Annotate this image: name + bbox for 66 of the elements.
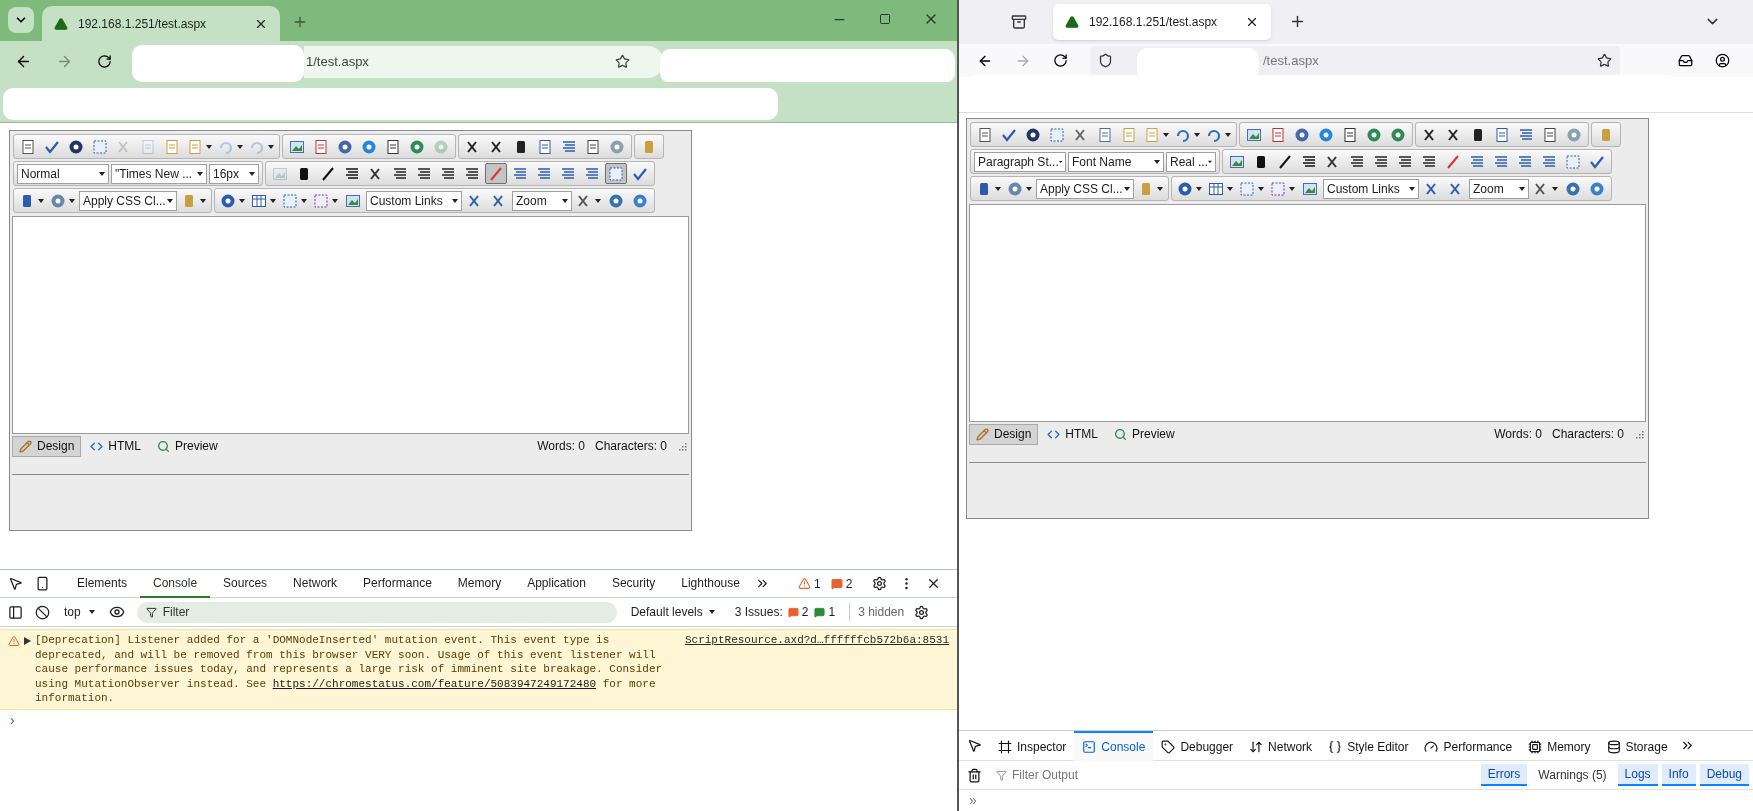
- mode-tab[interactable]: Design: [969, 423, 1039, 445]
- select-dropdown[interactable]: "Times New ...: [111, 163, 207, 184]
- word-count: Words: 0: [1494, 426, 1542, 444]
- log-level-toggle[interactable]: Warnings (5): [1531, 764, 1614, 786]
- devtools-tab[interactable]: Sources: [210, 569, 281, 598]
- devtools-tab[interactable]: Security: [598, 569, 669, 598]
- browser-tab[interactable]: 192.168.1.251/test.aspx: [1053, 3, 1271, 40]
- browser-tab[interactable]: 192.168.1.251/test.aspx: [42, 6, 280, 41]
- mode-tab[interactable]: HTML: [1040, 423, 1106, 445]
- issue-count: 2: [845, 575, 853, 593]
- devtools-tab[interactable]: Lighthouse: [668, 569, 753, 598]
- select-dropdown[interactable]: Normal: [17, 163, 109, 184]
- log-level-toggle[interactable]: Errors: [1480, 764, 1528, 786]
- select-dropdown[interactable]: Apply CSS Cl...: [79, 190, 177, 211]
- filter-field[interactable]: Filter Output: [1012, 766, 1396, 784]
- tab-title: 192.168.1.251/test.aspx: [78, 15, 208, 33]
- devtools-tab[interactable]: Storage: [1598, 730, 1676, 761]
- address-text: 1/test.aspx: [306, 52, 369, 71]
- devtools-tab[interactable]: Style Editor: [1320, 730, 1417, 761]
- issue-warning-count: 2: [801, 604, 809, 621]
- console-prompt[interactable]: »: [959, 790, 1753, 811]
- tab-title: 192.168.1.251/test.aspx: [1089, 13, 1219, 31]
- mode-tab[interactable]: Design: [12, 435, 82, 457]
- select-dropdown[interactable]: Custom Links: [1323, 178, 1419, 199]
- mode-tab[interactable]: Preview: [150, 435, 225, 457]
- devtools-tab[interactable]: Console: [1074, 730, 1154, 761]
- context-dropdown[interactable]: top: [64, 603, 95, 621]
- log-level-toggle[interactable]: Logs: [1617, 764, 1658, 786]
- select-dropdown[interactable]: Apply CSS Cl...: [1036, 178, 1134, 199]
- character-count: Characters: 0: [594, 438, 667, 455]
- select-dropdown[interactable]: Zoom: [1469, 178, 1529, 199]
- select-dropdown[interactable]: Real ...: [1166, 151, 1216, 172]
- source-link[interactable]: ScriptResource.axd?d…ffffffcb572b6a:8531: [684, 633, 949, 648]
- select-dropdown[interactable]: Paragraph St...: [974, 151, 1066, 172]
- log-level-toggle[interactable]: Info: [1661, 764, 1696, 786]
- select-dropdown[interactable]: Zoom: [512, 190, 572, 211]
- devtools-tab[interactable]: Network: [1241, 730, 1321, 761]
- devtools-tab[interactable]: Console: [140, 569, 211, 598]
- hidden-count: 3 hidden: [849, 603, 905, 621]
- address-bar[interactable]: 1/test.aspx: [304, 45, 664, 78]
- devtools-tab[interactable]: Network: [280, 569, 351, 598]
- log-level-toggle[interactable]: Debug: [1699, 764, 1749, 786]
- devtools-tab[interactable]: Memory: [1520, 730, 1599, 761]
- mode-tab[interactable]: HTML: [83, 435, 149, 457]
- console-message: [Deprecation] Listener added for a 'DOMNodeInserted' mutation event. This event type is deprecated, and will be removed from this browser VERY soon. Usage of this event listener will cause performance issues today, and represents a large risk of imminent site breakage. Consider using MutationObserver instead. See https://chromestatus.com/feature/5083947249172480 for more information.: [35, 633, 664, 706]
- character-count: Characters: 0: [1551, 426, 1624, 444]
- console-prompt[interactable]: ›: [0, 709, 957, 731]
- word-count: Words: 0: [537, 438, 585, 455]
- mode-tab[interactable]: Preview: [1107, 423, 1182, 445]
- issue-info-count: 1: [828, 604, 836, 621]
- devtools-tab[interactable]: Performance: [350, 569, 445, 598]
- devtools-tab[interactable]: Performance: [1416, 730, 1521, 761]
- devtools-tab[interactable]: Application: [514, 569, 599, 598]
- devtools-tab[interactable]: Debugger: [1153, 730, 1242, 761]
- select-dropdown[interactable]: Font Name: [1068, 151, 1164, 172]
- issues-label: 3 Issues:: [734, 604, 783, 621]
- devtools-tab[interactable]: Inspector: [990, 730, 1075, 761]
- warning-count: 1: [813, 575, 821, 593]
- select-dropdown[interactable]: Custom Links: [366, 190, 462, 211]
- devtools-tab[interactable]: Memory: [444, 569, 515, 598]
- select-dropdown[interactable]: 16px: [209, 163, 259, 184]
- address-text: /test.aspx: [1263, 51, 1319, 70]
- devtools-tab[interactable]: Elements: [64, 569, 141, 598]
- filter-field[interactable]: Filter: [136, 601, 617, 623]
- levels-dropdown[interactable]: Default levels: [630, 603, 715, 621]
- link[interactable]: https://chromestatus.com/feature/5083947249172480: [272, 677, 597, 690]
